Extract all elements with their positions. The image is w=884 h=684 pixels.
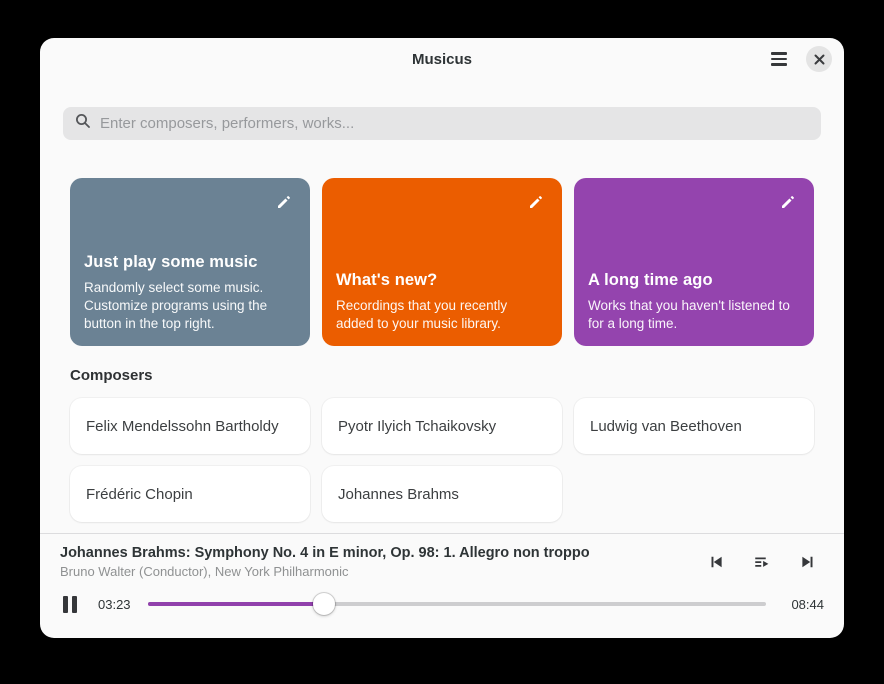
program-card-whats-new[interactable]: What's new? Recordings that you recently… bbox=[322, 178, 562, 346]
headerbar: Musicus bbox=[40, 38, 844, 80]
search-icon bbox=[75, 113, 91, 134]
program-card-description: Recordings that you recently added to yo… bbox=[336, 297, 548, 333]
composer-item[interactable]: Felix Mendelssohn Bartholdy bbox=[70, 398, 310, 454]
composer-item[interactable]: Frédéric Chopin bbox=[70, 466, 310, 522]
search-input[interactable] bbox=[100, 115, 809, 132]
seek-slider[interactable] bbox=[148, 592, 766, 616]
app-window: Musicus Just play some music Rando bbox=[40, 38, 844, 638]
program-card-title: A long time ago bbox=[588, 271, 800, 290]
program-card-just-play[interactable]: Just play some music Randomly select som… bbox=[70, 178, 310, 346]
close-icon[interactable] bbox=[806, 46, 832, 72]
previous-track-icon[interactable] bbox=[704, 550, 728, 574]
slider-fill bbox=[148, 602, 324, 606]
program-card-title: What's new? bbox=[336, 271, 548, 290]
slider-handle[interactable] bbox=[313, 593, 335, 615]
search-bar[interactable] bbox=[63, 107, 821, 140]
composer-item[interactable]: Johannes Brahms bbox=[322, 466, 562, 522]
next-track-icon[interactable] bbox=[796, 550, 820, 574]
track-title: Johannes Brahms: Symphony No. 4 in E min… bbox=[60, 545, 590, 561]
menu-icon[interactable] bbox=[766, 46, 792, 72]
edit-pencil-icon[interactable] bbox=[524, 190, 548, 214]
main-content: Just play some music Randomly select som… bbox=[40, 80, 844, 533]
program-card-long-time-ago[interactable]: A long time ago Works that you haven't l… bbox=[574, 178, 814, 346]
playlist-icon[interactable] bbox=[750, 550, 774, 574]
composer-item[interactable]: Pyotr Ilyich Tchaikovsky bbox=[322, 398, 562, 454]
pause-icon[interactable] bbox=[60, 592, 80, 616]
player-buttons bbox=[704, 550, 824, 574]
track-info: Johannes Brahms: Symphony No. 4 in E min… bbox=[60, 545, 590, 579]
program-cards: Just play some music Randomly select som… bbox=[70, 178, 814, 346]
elapsed-time: 03:23 bbox=[98, 597, 140, 612]
program-card-title: Just play some music bbox=[84, 253, 296, 272]
composers-heading: Composers bbox=[70, 367, 814, 384]
edit-pencil-icon[interactable] bbox=[776, 190, 800, 214]
window-title: Musicus bbox=[412, 51, 472, 68]
composer-item[interactable]: Ludwig van Beethoven bbox=[574, 398, 814, 454]
header-actions bbox=[766, 38, 832, 80]
total-duration: 08:44 bbox=[782, 597, 824, 612]
composer-list: Felix Mendelssohn Bartholdy Pyotr Ilyich… bbox=[70, 398, 814, 522]
player-bar: Johannes Brahms: Symphony No. 4 in E min… bbox=[40, 533, 844, 638]
track-performers: Bruno Walter (Conductor), New York Philh… bbox=[60, 564, 590, 579]
program-card-description: Works that you haven't listened to for a… bbox=[588, 297, 800, 333]
program-card-description: Randomly select some music. Customize pr… bbox=[84, 279, 296, 333]
edit-pencil-icon[interactable] bbox=[272, 190, 296, 214]
